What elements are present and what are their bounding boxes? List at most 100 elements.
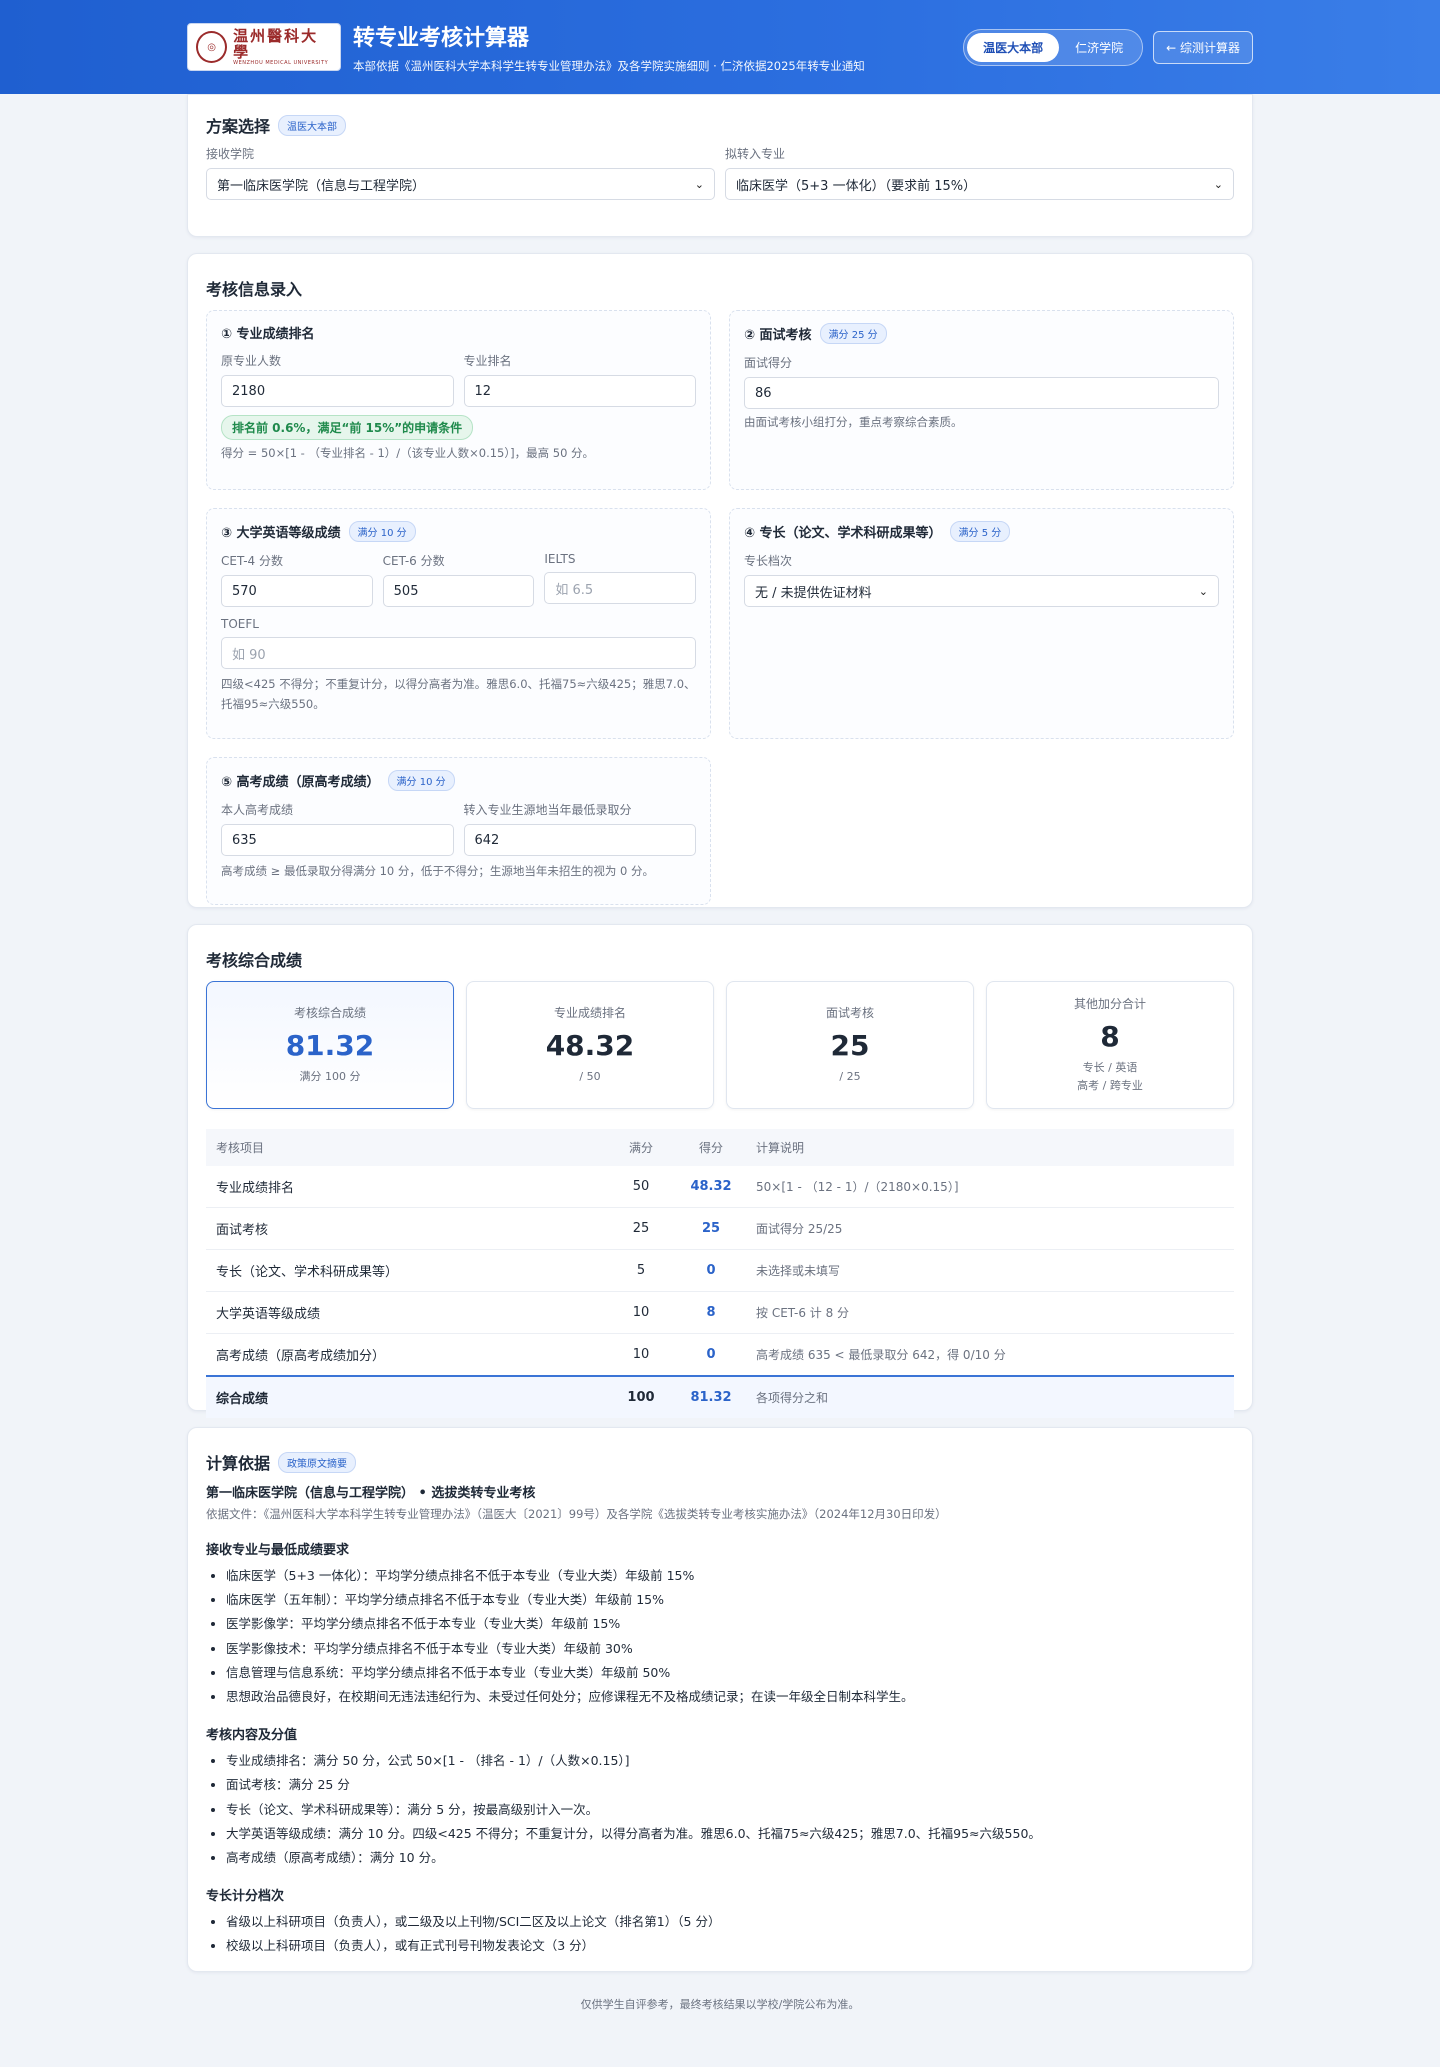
basis-sec3-title: 专长计分档次 [206,1888,285,1904]
list-item: 临床医学（5+3 一体化）：平均学分绩点排名不低于本专业（专业大类）年级前 15… [226,1564,1234,1588]
row-score: 25 [676,1207,746,1250]
input-title: 考核信息录入 [206,280,303,299]
specialty-title: ④ 专长（论文、学术科研成果等） [744,526,942,541]
table-total-row: 综合成绩 100 81.32 各项得分之和 [206,1375,1234,1418]
gaokao-own-input[interactable]: 635 [221,824,454,856]
row-exp: 高考成绩 635 < 最低录取分 642，得 0/10 分 [746,1333,1234,1377]
interview-tag: 满分 25 分 [819,323,887,344]
page-subtitle: 本部依据《温州医科大学本科学生转专业管理办法》及各学院实施细则 · 仁济依据20… [353,59,865,73]
major-select-value: 临床医学（5+3 一体化）（要求前 15%） [736,178,977,194]
row-item: 大学英语等级成绩 [206,1291,606,1334]
table-row: 高考成绩（原高考成绩加分） 10 0 高考成绩 635 < 最低录取分 642，… [206,1333,1234,1377]
input-card: 考核信息录入 ① 专业成绩排名 原专业人数 2180 专业排名 12 排名前 0… [187,253,1253,908]
stat-interview-card: 面试考核 25 / 25 [726,981,974,1109]
stat-bonus-card: 其他加分合计 8 专长 / 英语 高考 / 跨专业 [986,981,1234,1109]
plan-card: 方案选择 温医大本部 接收学院 第一临床医学院（信息与工程学院） ⌄ 拟转入专业… [187,94,1253,237]
row-score: 0 [676,1249,746,1292]
english-tag: 满分 10 分 [348,521,416,542]
total-students-input[interactable]: 2180 [221,375,454,407]
major-rank-input[interactable]: 12 [463,375,696,407]
english-section: ③ 大学英语等级成绩 满分 10 分 CET-4 分数 570 CET-6 分数… [206,508,711,739]
stat-label: 其他加分合计 [1073,997,1146,1012]
interview-label: 面试得分 [744,356,793,370]
cet6-input[interactable]: 505 [382,575,535,607]
seal-icon: ◎ [196,31,228,63]
stat-sub-line: 高考 / 跨专业 [1077,1079,1143,1092]
basis-heading: 第一临床医学院（信息与工程学院） • 选拔类转专业考核 [206,1486,536,1501]
toefl-label: TOEFL [221,617,259,631]
stat-total-card: 考核综合成绩 81.32 满分 100 分 [206,981,454,1109]
table-row: 专长（论文、学术科研成果等） 5 0 未选择或未填写 [206,1249,1234,1292]
plan-tag: 温医大本部 [278,114,347,136]
basis-sec1-title: 接收专业与最低成绩要求 [206,1542,350,1558]
specialty-select[interactable]: 无 / 未提供佐证材料 ⌄ [744,575,1219,607]
row-score: 0 [676,1333,746,1377]
gaokao-own-label: 本人高考成绩 [221,803,294,817]
interview-title: ② 面试考核 [744,328,812,343]
college-select[interactable]: 第一临床医学院（信息与工程学院） ⌄ [206,168,715,200]
list-item: 专业成绩排名：满分 50 分，公式 50×[1 - （排名 - 1）/（人数×0… [226,1749,1234,1773]
stat-sub: / 25 [839,1070,861,1084]
college-select-value: 第一临床医学院（信息与工程学院） [217,178,426,194]
table-row: 面试考核 25 25 面试得分 25/25 [206,1207,1234,1250]
total-full: 100 [606,1375,676,1418]
basis-sec2-list: 专业成绩排名：满分 50 分，公式 50×[1 - （排名 - 1）/（人数×0… [206,1749,1234,1871]
stat-label: 专业成绩排名 [553,1006,626,1021]
top-header: ◎ 温州醫科大學 WENZHOU MEDICAL UNIVERSITY 转专业考… [0,0,1440,94]
footer-note: 仅供学生自评参考，最终考核结果以学校/学院公布为准。 [580,1998,860,2011]
list-item: 信息管理与信息系统：平均学分绩点排名不低于本专业（专业大类）年级前 50% [226,1661,1234,1685]
list-item: 医学影像技术：平均学分绩点排名不低于本专业（专业大类）年级前 30% [226,1637,1234,1661]
stat-sub: 满分 100 分 [299,1070,361,1084]
rank-status-badge: 排名前 0.6%，满足“前 15%”的申请条件 [221,415,474,440]
row-full: 5 [606,1249,676,1292]
list-item: 省级以上科研项目（负责人），或二级及以上刊物/SCI二区及以上论文（排名第1）（… [226,1910,1234,1934]
college-label: 接收学院 [206,147,255,161]
stat-sub-line: 专长 / 英语 [1082,1061,1138,1075]
basis-tag: 政策原文摘要 [278,1451,357,1473]
interview-input[interactable]: 86 [744,377,1219,409]
stat-sub: 专长 / 英语 高考 / 跨专业 [1077,1059,1143,1094]
university-logo: ◎ 温州醫科大學 WENZHOU MEDICAL UNIVERSITY [187,23,341,71]
col-score: 得分 [676,1129,746,1166]
basis-title: 计算依据 [206,1454,271,1473]
cet4-label: CET-4 分数 [221,554,283,568]
stat-rank-card: 专业成绩排名 48.32 / 50 [466,981,714,1109]
campus-renji-button[interactable]: 仁济学院 [1059,33,1139,62]
basis-doc: 依据文件：《温州医科大学本科学生转专业管理办法》（温医大〔2021〕99号）及各… [206,1507,947,1521]
brand: ◎ 温州醫科大學 WENZHOU MEDICAL UNIVERSITY 转专业考… [187,20,865,74]
chevron-down-icon: ⌄ [1213,178,1223,191]
row-item: 专业成绩排名 [206,1166,606,1208]
chevron-down-icon: ⌄ [1198,585,1208,598]
row-score: 48.32 [676,1166,746,1208]
cet4-input[interactable]: 570 [221,575,373,607]
list-item: 思想政治品德良好，在校期间无违法违纪行为、未受过任何处分；应修课程无不及格成绩记… [226,1685,1234,1709]
chevron-down-icon: ⌄ [694,178,704,191]
result-card: 考核综合成绩 考核综合成绩 81.32 满分 100 分 专业成绩排名 48.3… [187,924,1253,1418]
specialty-label: 专长档次 [744,554,793,568]
back-to-calculator-button[interactable]: ← 综测计算器 [1153,30,1253,64]
specialty-select-value: 无 / 未提供佐证材料 [755,585,872,601]
major-label: 拟转入专业 [725,147,786,161]
total-score: 81.32 [676,1375,746,1418]
basis-sec3-list: 省级以上科研项目（负责人），或二级及以上刊物/SCI二区及以上论文（排名第1）（… [206,1910,1234,1959]
english-hint: 四级<425 不得分；不重复计分，以得分高者为准。雅思6.0、托福75≈六级42… [221,677,696,711]
row-exp: 按 CET-6 计 8 分 [746,1291,1234,1334]
rank-title: ① 专业成绩排名 [221,327,315,342]
col-exp: 计算说明 [746,1129,1234,1166]
list-item: 临床医学（五年制）：平均学分绩点排名不低于本专业（专业大类）年级前 15% [226,1588,1234,1612]
stat-label: 面试考核 [825,1006,874,1021]
gaokao-title: ⑤ 高考成绩（原高考成绩） [221,775,380,790]
campus-main-button[interactable]: 温医大本部 [967,32,1060,62]
basis-sec1-list: 临床医学（5+3 一体化）：平均学分绩点排名不低于本专业（专业大类）年级前 15… [206,1564,1234,1710]
ielts-input[interactable]: 如 6.5 [544,572,696,604]
row-full: 10 [606,1333,676,1377]
col-item: 考核项目 [206,1129,606,1166]
gaokao-min-input[interactable]: 642 [463,824,696,856]
stat-value: 48.32 [545,1029,635,1063]
row-exp: 50×[1 - （12 - 1）/（2180×0.15）] [746,1166,1234,1208]
rank-section: ① 专业成绩排名 原专业人数 2180 专业排名 12 排名前 0.6%，满足“… [206,310,711,490]
toefl-input[interactable]: 如 90 [221,637,696,669]
major-select[interactable]: 临床医学（5+3 一体化）（要求前 15%） ⌄ [725,168,1234,200]
list-item: 高考成绩（原高考成绩）：满分 10 分。 [226,1846,1234,1870]
logo-text-en: WENZHOU MEDICAL UNIVERSITY [233,59,329,66]
